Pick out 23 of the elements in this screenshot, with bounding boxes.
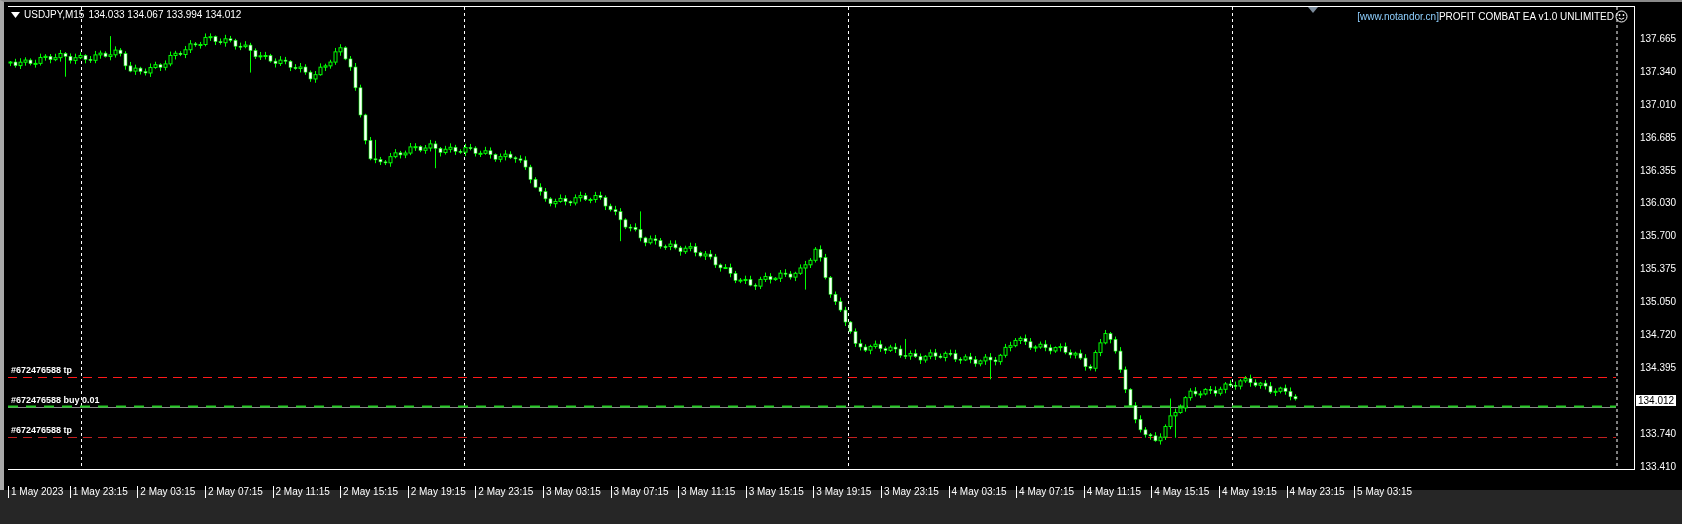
price-label: 133.740	[1639, 427, 1677, 439]
ohlc-values: 134.033 134.067 133.994 134.012	[88, 9, 242, 20]
order-label: #672476588 buy 0.01	[11, 394, 100, 405]
price-label: 135.700	[1639, 230, 1677, 242]
ea-name-label: PROFIT COMBAT EA v1.0 UNLIMITED	[1438, 11, 1614, 22]
price-label: 133.410	[1639, 460, 1677, 472]
price-label: 137.340	[1639, 65, 1677, 77]
order-label: #672476588 tp	[11, 364, 73, 375]
order-label: #672476588 tp	[11, 424, 73, 435]
price-label: 137.010	[1639, 98, 1677, 110]
price-label: 136.355	[1639, 164, 1677, 176]
current-price-label: 134.012	[1636, 394, 1677, 406]
price-label: 135.375	[1639, 263, 1677, 275]
chart-shift-icon[interactable]	[1308, 7, 1318, 13]
dropdown-arrow-icon[interactable]	[11, 11, 20, 18]
price-label: 137.665	[1639, 32, 1677, 44]
price-label: 135.050	[1639, 296, 1677, 308]
price-label: 136.685	[1639, 131, 1677, 143]
price-label: 134.395	[1639, 361, 1677, 373]
smiley-icon	[1615, 10, 1628, 23]
symbol-label: USDJPY,M15	[24, 9, 85, 20]
price-label: 136.030	[1639, 197, 1677, 209]
price-label: 134.720	[1639, 328, 1677, 340]
